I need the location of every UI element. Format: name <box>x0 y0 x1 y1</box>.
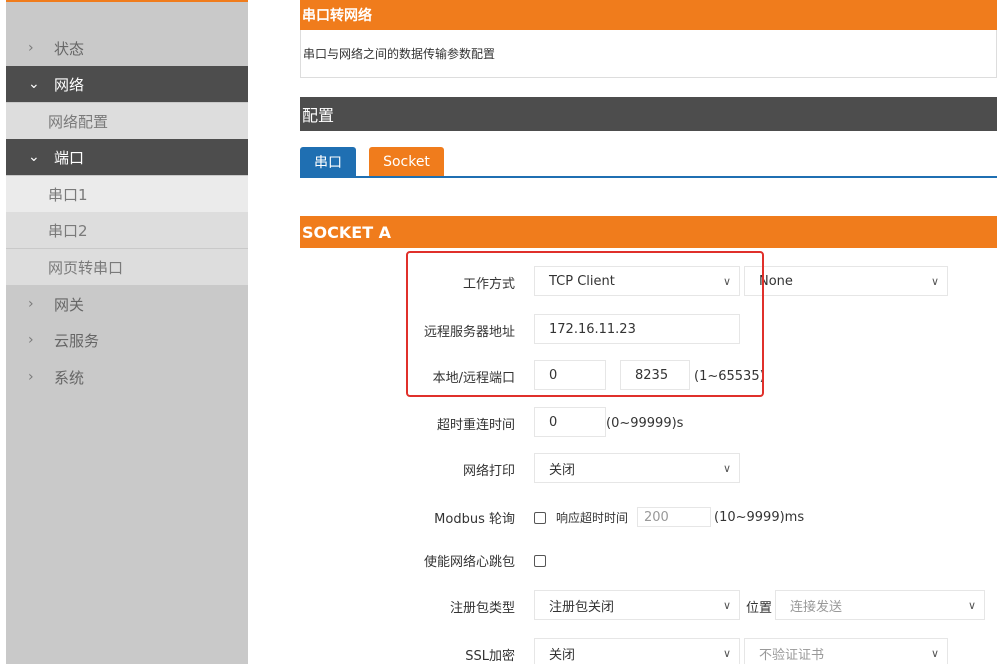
chevron-right-icon: › <box>28 332 34 348</box>
sidebar-item-label: 云服务 <box>54 331 100 350</box>
register-value: 注册包关闭 <box>549 599 615 615</box>
socket-a-bar: SOCKET A <box>300 216 997 248</box>
modbus-checkbox[interactable] <box>534 512 546 524</box>
sidebar: › 状态 ⌄ 网络 网络配置 ⌄ 端口 串口1 串口2 网页转串口 › 网关 ›… <box>6 0 248 664</box>
modbus-timeout-value: 200 <box>644 509 669 525</box>
sidebar-item-label: 网关 <box>54 295 85 314</box>
reconnect-label: 超时重连时间 <box>436 417 515 433</box>
heartbeat-label: 使能网络心跳包 <box>423 554 515 570</box>
work-mode-secondary-select[interactable]: None ∨ <box>744 266 948 296</box>
modbus-timeout-label: 响应超时时间 <box>556 510 629 525</box>
chevron-down-icon: ⌄ <box>28 76 40 92</box>
tab-serial[interactable]: 串口 <box>300 147 356 177</box>
sidebar-item-web-to-serial[interactable]: 网页转串口 <box>6 249 248 285</box>
tab-label: Socket <box>383 154 430 170</box>
sidebar-item-port[interactable]: ⌄ 端口 <box>6 139 248 175</box>
chevron-down-icon: ∨ <box>722 462 731 475</box>
cert-select[interactable]: 不验证证书 ∨ <box>744 638 948 664</box>
heartbeat-checkbox[interactable] <box>534 555 546 567</box>
page-description: 串口与网络之间的数据传输参数配置 <box>300 30 997 78</box>
ssl-label: SSL加密 <box>465 648 515 664</box>
sidebar-item-label: 网页转串口 <box>48 258 124 277</box>
register-select[interactable]: 注册包关闭 ∨ <box>534 590 740 620</box>
chevron-right-icon: › <box>28 40 34 56</box>
ssl-select[interactable]: 关闭 ∨ <box>534 638 740 664</box>
sidebar-item-label: 端口 <box>54 148 85 167</box>
sidebar-item-label: 串口2 <box>48 221 88 240</box>
row-net-print: 网络打印 关闭 ∨ <box>300 453 997 485</box>
sidebar-item-label: 网络 <box>54 75 85 94</box>
sidebar-item-gateway[interactable]: › 网关 <box>6 286 248 322</box>
chevron-down-icon: ∨ <box>722 599 731 612</box>
sidebar-item-label: 系统 <box>54 368 85 387</box>
modbus-timeout-input[interactable]: 200 <box>637 507 711 527</box>
net-print-value: 关闭 <box>549 462 576 478</box>
modbus-label: Modbus 轮询 <box>434 511 515 527</box>
sidebar-item-cloud[interactable]: › 云服务 <box>6 322 248 358</box>
sidebar-item-label: 状态 <box>54 39 85 58</box>
position-select[interactable]: 连接发送 ∨ <box>775 590 985 620</box>
reconnect-value: 0 <box>549 414 558 430</box>
register-label: 注册包类型 <box>449 600 515 616</box>
reconnect-input[interactable]: 0 <box>534 407 606 437</box>
sidebar-item-system[interactable]: › 系统 <box>6 359 248 395</box>
sidebar-item-network-config[interactable]: 网络配置 <box>6 103 248 139</box>
row-modbus: Modbus 轮询 响应超时时间 200 (10~9999)ms <box>300 501 997 533</box>
sidebar-item-status[interactable]: › 状态 <box>6 30 248 66</box>
chevron-down-icon: ∨ <box>930 647 939 660</box>
tab-label: 串口 <box>314 155 342 171</box>
tab-underline <box>300 176 997 178</box>
description-text: 串口与网络之间的数据传输参数配置 <box>303 47 496 61</box>
highlight-annotation <box>406 251 764 397</box>
socket-title: SOCKET A <box>302 222 392 242</box>
sidebar-top-accent <box>6 0 248 10</box>
sidebar-item-serial2[interactable]: 串口2 <box>6 212 248 248</box>
row-ssl: SSL加密 关闭 ∨ 不验证证书 ∨ <box>300 638 997 664</box>
sidebar-item-serial1[interactable]: 串口1 <box>6 176 248 212</box>
position-label: 位置 <box>746 600 773 616</box>
page-title-bar: 串口转网络 <box>300 0 997 30</box>
row-heartbeat: 使能网络心跳包 <box>300 544 997 576</box>
chevron-down-icon: ∨ <box>722 647 731 660</box>
secondary-value: None <box>759 273 793 289</box>
chevron-right-icon: › <box>28 369 34 385</box>
sidebar-item-label: 串口1 <box>48 185 88 204</box>
ssl-value: 关闭 <box>549 647 576 663</box>
chevron-right-icon: › <box>28 296 34 312</box>
sidebar-item-label: 网络配置 <box>48 112 109 131</box>
cert-value: 不验证证书 <box>759 647 825 663</box>
tab-socket[interactable]: Socket <box>369 147 444 177</box>
modbus-range-hint: (10~9999)ms <box>714 509 805 525</box>
chevron-down-icon: ⌄ <box>28 149 40 165</box>
reconnect-range-hint: (0~99999)s <box>606 415 684 431</box>
chevron-down-icon: ∨ <box>967 599 976 612</box>
position-value: 连接发送 <box>790 599 843 615</box>
page-title: 串口转网络 <box>302 8 372 24</box>
chevron-down-icon: ∨ <box>930 275 939 288</box>
sidebar-item-network[interactable]: ⌄ 网络 <box>6 66 248 102</box>
net-print-label: 网络打印 <box>462 463 515 479</box>
row-register: 注册包类型 注册包关闭 ∨ 位置 连接发送 ∨ <box>300 590 997 622</box>
config-title: 配置 <box>302 106 335 125</box>
net-print-select[interactable]: 关闭 ∨ <box>534 453 740 483</box>
row-reconnect: 超时重连时间 0 (0~99999)s <box>300 407 997 439</box>
config-section-bar: 配置 <box>300 97 997 131</box>
